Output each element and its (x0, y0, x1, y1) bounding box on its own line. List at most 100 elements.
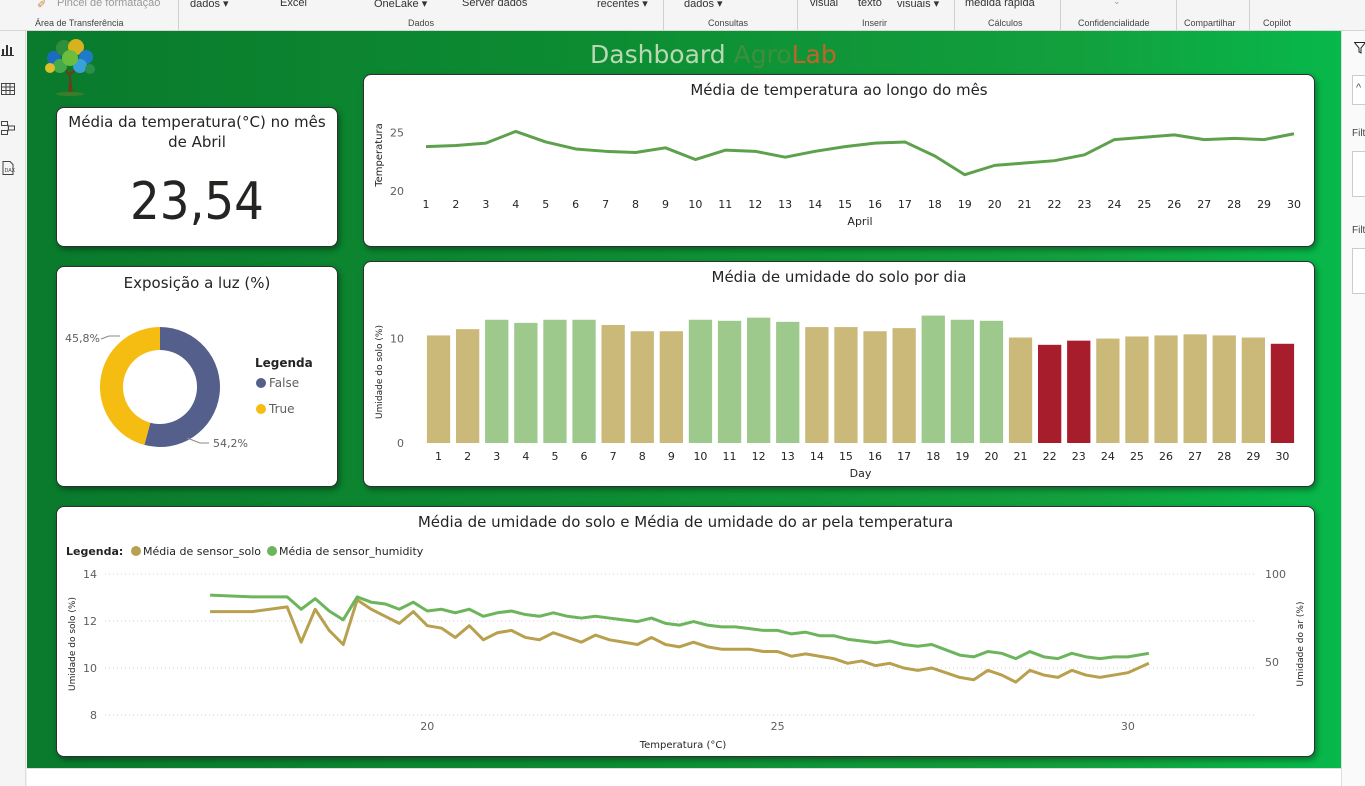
ribbon-button[interactable]: Server dados (462, 0, 527, 9)
x-tick-label: 29 (1246, 450, 1260, 463)
ribbon-button[interactable]: Excel (280, 0, 307, 9)
y-right-tick-label: 100 (1265, 568, 1286, 581)
temperature-line-chart: 20251 2 3 4 5 6 7 8 9 10 11 12 13 14 15 16 17 18 19 20 21 22 2… (374, 123, 1301, 228)
kpi-card-avg-temperature[interactable]: Média da temperatura(°C) no mês de Abril… (56, 107, 338, 247)
x-tick-label: 30 (1121, 720, 1135, 733)
bar-day-29 (1241, 337, 1265, 443)
x-tick-label: 4 (522, 450, 529, 463)
legend-marker-sensor-humidity (267, 546, 277, 556)
x-tick-label: 21 (1014, 450, 1028, 463)
x-tick-label: 17 (897, 450, 911, 463)
bar-day-6 (572, 319, 596, 443)
bar-day-10 (688, 319, 713, 443)
data-label-false: 54,2% (213, 437, 248, 450)
ribbon-button[interactable]: visuais ▾ (897, 0, 939, 10)
x-tick-label: 24 (1107, 198, 1121, 211)
bar-day-1 (426, 335, 451, 443)
x-tick-label: 23 (1072, 450, 1086, 463)
x-tick-label: 12 (752, 450, 766, 463)
soil-humidity-bar-chart: 0101 2 3 4 5 6 7 8 9 10 11 12 13 14 15 16 17 18 19 20 21 22 23… (375, 315, 1295, 480)
x-tick-label: 11 (723, 450, 737, 463)
x-tick-label: 30 (1287, 198, 1301, 211)
title-part-lab: Lab (791, 40, 837, 69)
humidity-vs-temperature-line-chart: Legenda: Média de sensor_solo Média de sen… (66, 545, 1306, 751)
temperature-line-chart-card[interactable]: Média de temperatura ao longo do mês 20 2… (363, 74, 1315, 247)
bar-day-18 (921, 315, 945, 443)
light-exposure-donut-card[interactable]: Exposição a luz (%) 54,2% 45,8% Legenda Fal… (56, 266, 338, 487)
ribbon-button[interactable]: recentes ▾ (597, 0, 648, 10)
group-share: Compartilhar (1184, 18, 1236, 28)
x-tick-label: 15 (838, 198, 852, 211)
ribbon-button[interactable]: Pincel de formatação (57, 0, 160, 9)
ribbon-separator (1060, 0, 1061, 30)
title-part-dashboard: Dashboard (590, 40, 734, 69)
ribbon-button[interactable]: dados ▾ (190, 0, 229, 10)
svg-text:DAX: DAX (5, 168, 16, 174)
x-tick-label: 6 (581, 450, 588, 463)
filter-drop-area-page[interactable] (1352, 151, 1365, 197)
bar-day-2 (456, 329, 480, 443)
bar-day-4 (514, 322, 538, 443)
x-tick-label: 12 (748, 198, 762, 211)
soil-humidity-bar-chart-card[interactable]: Média de umidade do solo por dia 0 10 1 2 3 4… (363, 261, 1315, 487)
bar-day-7 (601, 324, 625, 443)
kpi-value: 23,54 (130, 172, 264, 232)
humidity-vs-temperature-chart-card[interactable]: Média de umidade do solo e Média de umid… (56, 506, 1315, 757)
table-view-icon[interactable] (1, 82, 15, 96)
x-tick-label: 21 (1018, 198, 1032, 211)
x-tick-label: 9 (668, 450, 675, 463)
x-tick-label: 20 (420, 720, 434, 733)
y-tick-label: 25 (390, 127, 404, 140)
x-tick-label: 14 (808, 198, 822, 211)
x-tick-label: 5 (551, 450, 558, 463)
dax-query-icon[interactable]: DAX (1, 161, 15, 175)
bar-day-25 (1125, 336, 1149, 443)
x-tick-label: 17 (898, 198, 912, 211)
model-view-icon[interactable] (1, 121, 15, 135)
page-tabs-bar (27, 768, 1341, 786)
group-clipboard: Área de Transferência (35, 18, 124, 28)
y-tick-label: 10 (83, 662, 97, 675)
x-tick-label: 3 (482, 198, 489, 211)
ribbon-button[interactable]: medida rápida (965, 0, 1035, 9)
filter-drop-area-all-pages[interactable] (1352, 248, 1365, 294)
ribbon-button[interactable]: texto (858, 0, 882, 9)
ribbon-separator (954, 0, 955, 30)
ribbon: Pincel de formatação dados ▾ Excel OneLake … (0, 0, 1365, 31)
x-tick-label: 3 (493, 450, 500, 463)
x-tick-label: 29 (1257, 198, 1271, 211)
x-tick-label: 20 (988, 198, 1002, 211)
temperature-series-line (425, 129, 1295, 177)
x-tick-label: 19 (955, 450, 969, 463)
ribbon-button[interactable]: OneLake ▾ (374, 0, 427, 10)
ribbon-separator (1176, 0, 1177, 30)
ribbon-separator (797, 0, 798, 30)
y-axis-label: Temperatura (374, 123, 385, 188)
group-calculations: Cálculos (988, 18, 1023, 28)
bar-day-19 (950, 319, 974, 443)
filter-search-box[interactable]: ^ (1352, 75, 1365, 105)
x-tick-label: 22 (1043, 450, 1057, 463)
sensitivity-dropdown-icon[interactable]: ⌄ (1113, 0, 1121, 7)
y-tick-label: 20 (390, 185, 404, 198)
light-exposure-donut-chart: 54,2% 45,8% Legenda False True (65, 327, 313, 450)
filter-icon[interactable] (1354, 42, 1365, 54)
ribbon-separator (178, 0, 179, 30)
x-tick-label: 15 (839, 450, 853, 463)
bar-day-23 (1067, 340, 1091, 443)
y-right-axis-label: Umidade do ar (%) (1296, 602, 1306, 687)
x-tick-label: 4 (512, 198, 519, 211)
format-painter-icon[interactable]: ✐ (37, 0, 46, 11)
kpi-title-line2: de Abril (168, 133, 226, 151)
bar-day-28 (1212, 335, 1236, 443)
ribbon-button[interactable]: visual (810, 0, 838, 9)
x-tick-label: 16 (868, 198, 882, 211)
x-tick-label: 25 (1130, 450, 1144, 463)
y-tick-label: 14 (83, 568, 97, 581)
ribbon-button[interactable]: dados ▾ (684, 0, 723, 10)
report-view-icon[interactable] (1, 42, 15, 56)
x-axis-label: April (847, 215, 872, 228)
y-axis-label: Umidade do solo (%) (375, 325, 385, 419)
x-tick-label: 24 (1101, 450, 1115, 463)
x-tick-label: 16 (868, 450, 882, 463)
